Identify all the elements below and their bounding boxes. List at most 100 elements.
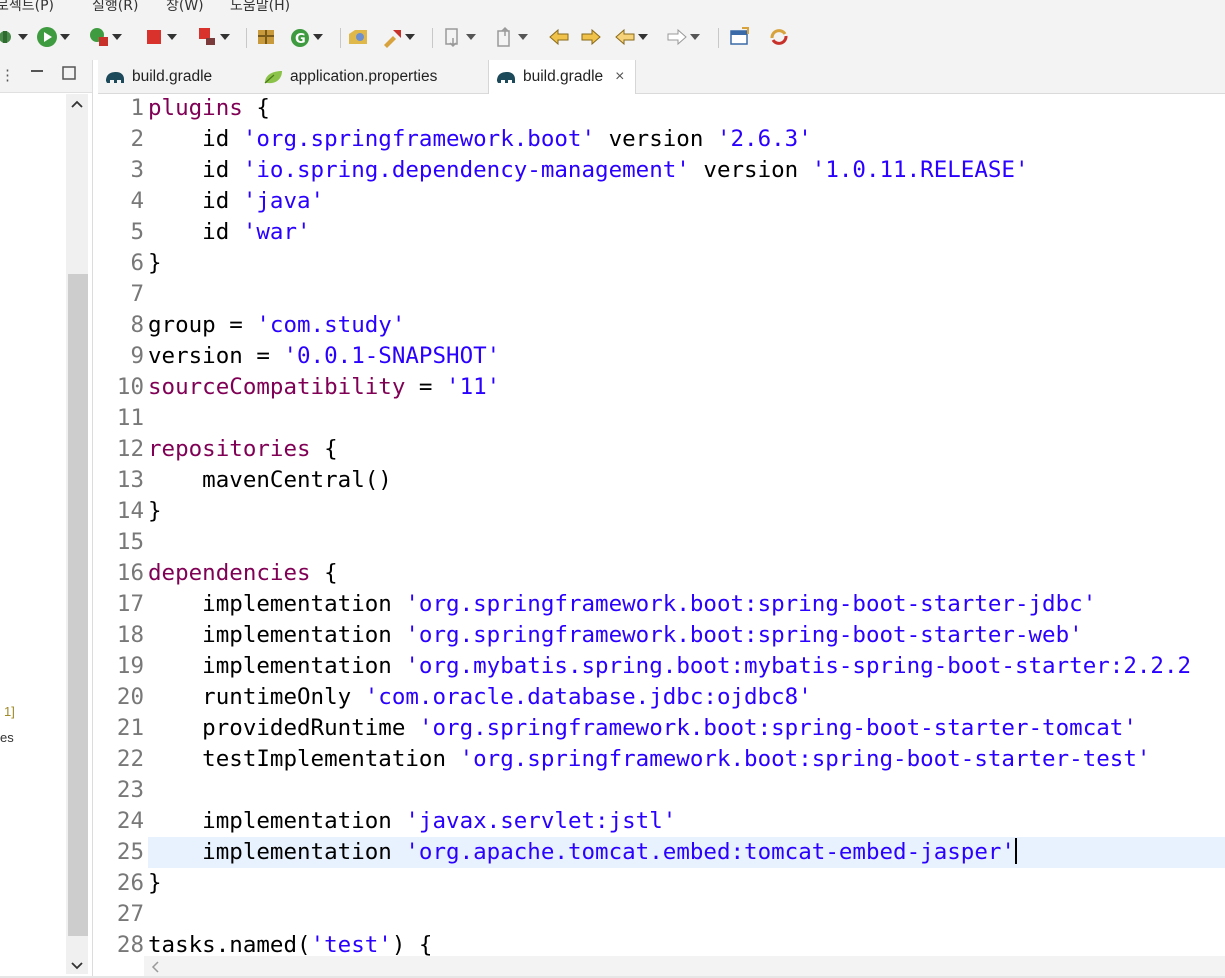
tab-application-properties[interactable]: application.properties bbox=[262, 60, 437, 93]
code-line[interactable]: repositories { bbox=[148, 434, 338, 465]
sync-button[interactable] bbox=[768, 24, 790, 50]
string-token: 'org.springframework.boot:spring-boot-st… bbox=[405, 622, 1083, 648]
run-button[interactable] bbox=[36, 24, 70, 50]
code-token: group = bbox=[148, 312, 257, 338]
chevron-down-icon[interactable] bbox=[60, 32, 70, 42]
code-line[interactable]: id 'java' bbox=[148, 186, 324, 217]
prev-annotation-button[interactable] bbox=[494, 24, 528, 50]
menu-window[interactable]: 창(W) bbox=[166, 0, 204, 14]
string-token: 'com.oracle.database.jdbc:ojdbc8' bbox=[364, 684, 812, 710]
scroll-up-icon[interactable] bbox=[70, 96, 84, 114]
code-line[interactable]: mavenCentral() bbox=[148, 465, 392, 496]
line-number: 1 bbox=[130, 95, 144, 121]
last-edit-button[interactable] bbox=[548, 24, 570, 50]
code-line[interactable]: testImplementation 'org.springframework.… bbox=[148, 744, 1150, 775]
tab-label: build.gradle bbox=[132, 67, 213, 85]
menu-run[interactable]: 실행(R) bbox=[92, 0, 138, 14]
toolbar-separator bbox=[718, 28, 719, 48]
line-number: 6 bbox=[130, 250, 144, 276]
code-token: id bbox=[148, 188, 243, 214]
gradle-elephant-icon bbox=[495, 68, 517, 86]
run-icon bbox=[36, 26, 58, 48]
code-line[interactable]: tasks.named('test') { bbox=[148, 930, 432, 956]
code-line[interactable]: id 'war' bbox=[148, 217, 310, 248]
code-token: version bbox=[689, 157, 812, 183]
keyword-token: repositories bbox=[148, 436, 311, 462]
disconnect-button[interactable] bbox=[196, 24, 230, 50]
next-annotation-button[interactable] bbox=[442, 24, 476, 50]
scrollbar-thumb[interactable] bbox=[68, 274, 88, 936]
code-line[interactable]: } bbox=[148, 868, 162, 899]
close-icon[interactable]: × bbox=[615, 68, 624, 86]
code-line[interactable]: implementation 'org.apache.tomcat.embed:… bbox=[148, 837, 1017, 868]
line-number: 8 bbox=[130, 312, 144, 338]
code-line[interactable]: } bbox=[148, 496, 162, 527]
menu-help[interactable]: 도움말(H) bbox=[230, 0, 290, 14]
forward-button[interactable] bbox=[666, 24, 700, 50]
maximize-icon[interactable] bbox=[62, 66, 76, 85]
search-button[interactable] bbox=[381, 24, 415, 50]
code-token: implementation bbox=[148, 653, 406, 679]
code-token: mavenCentral() bbox=[148, 467, 392, 493]
search-icon bbox=[381, 26, 403, 48]
code-line[interactable]: sourceCompatibility = '11' bbox=[148, 372, 500, 403]
code-line[interactable]: implementation 'org.springframework.boot… bbox=[148, 589, 1096, 620]
code-line[interactable]: implementation 'org.mybatis.spring.boot:… bbox=[148, 651, 1191, 682]
code-line[interactable]: dependencies { bbox=[148, 558, 338, 589]
line-number: 28 bbox=[116, 932, 144, 956]
chevron-down-icon[interactable] bbox=[518, 32, 528, 42]
external-tools-button[interactable] bbox=[88, 24, 122, 50]
string-token: '2.6.3' bbox=[716, 126, 812, 152]
code-editor[interactable]: 1 2 3 4 5 6 7 8 9 10 11 12 13 14 15 16 17 18 19 20 21 22 23 24 2… bbox=[98, 94, 1225, 956]
code-line[interactable]: } bbox=[148, 248, 162, 279]
line-number: 15 bbox=[116, 529, 144, 555]
scroll-down-icon[interactable] bbox=[70, 958, 84, 976]
open-perspective-button[interactable] bbox=[728, 24, 750, 50]
new-class-button[interactable]: G bbox=[289, 24, 323, 50]
code-line[interactable]: group = 'com.study' bbox=[148, 310, 405, 341]
toolbar-separator bbox=[432, 28, 433, 48]
package-button[interactable] bbox=[255, 24, 277, 50]
open-type-button[interactable] bbox=[347, 24, 369, 50]
chevron-down-icon[interactable] bbox=[405, 32, 415, 42]
code-line[interactable]: id 'io.spring.dependency-management' ver… bbox=[148, 155, 1028, 186]
line-number-gutter: 1 2 3 4 5 6 7 8 9 10 11 12 13 14 15 16 17 18 19 20 21 22 23 24 2… bbox=[98, 94, 146, 956]
back-button[interactable] bbox=[614, 24, 648, 50]
code-token: { bbox=[310, 436, 338, 462]
external-tools-icon bbox=[88, 26, 110, 48]
tree-item-partial[interactable]: 1] bbox=[4, 704, 15, 719]
chevron-down-icon[interactable] bbox=[638, 32, 648, 42]
tab-build-gradle-1[interactable]: build.gradle bbox=[104, 60, 212, 93]
menu-project[interactable]: 로젝트(P) bbox=[0, 0, 54, 14]
code-line[interactable]: implementation 'javax.servlet:jstl' bbox=[148, 806, 676, 837]
stop-button[interactable] bbox=[143, 24, 177, 50]
chevron-down-icon[interactable] bbox=[18, 32, 28, 42]
code-line[interactable]: implementation 'org.springframework.boot… bbox=[148, 620, 1083, 651]
tree-item-partial[interactable]: es bbox=[0, 730, 14, 745]
view-menu-icon[interactable]: ⋮ bbox=[0, 66, 15, 84]
chevron-down-icon[interactable] bbox=[112, 32, 122, 42]
next-edit-button[interactable] bbox=[580, 24, 602, 50]
code-line[interactable]: version = '0.0.1-SNAPSHOT' bbox=[148, 341, 500, 372]
tab-build-gradle-active[interactable]: build.gradle × bbox=[488, 60, 636, 94]
package-icon bbox=[255, 26, 277, 48]
code-line[interactable]: runtimeOnly 'com.oracle.database.jdbc:oj… bbox=[148, 682, 812, 713]
tab-label: build.gradle bbox=[523, 68, 604, 85]
code-line[interactable]: plugins { bbox=[148, 94, 270, 124]
chevron-down-icon[interactable] bbox=[167, 32, 177, 42]
horizontal-scrollbar[interactable] bbox=[144, 956, 1225, 976]
chevron-down-icon[interactable] bbox=[466, 32, 476, 42]
chevron-down-icon[interactable] bbox=[220, 32, 230, 42]
code-line[interactable]: id 'org.springframework.boot' version '2… bbox=[148, 124, 812, 155]
line-number: 5 bbox=[130, 219, 144, 245]
line-number: 21 bbox=[116, 715, 144, 741]
string-token: 'org.apache.tomcat.embed:tomcat-embed-ja… bbox=[405, 839, 1015, 865]
code-token: implementation bbox=[148, 622, 406, 648]
code-line[interactable]: providedRuntime 'org.springframework.boo… bbox=[148, 713, 1137, 744]
debug-button[interactable] bbox=[0, 24, 28, 50]
new-class-icon: G bbox=[289, 26, 311, 48]
code-token: providedRuntime bbox=[148, 715, 419, 741]
chevron-down-icon[interactable] bbox=[313, 32, 323, 42]
chevron-down-icon[interactable] bbox=[690, 32, 700, 42]
minimize-icon[interactable] bbox=[30, 64, 44, 83]
